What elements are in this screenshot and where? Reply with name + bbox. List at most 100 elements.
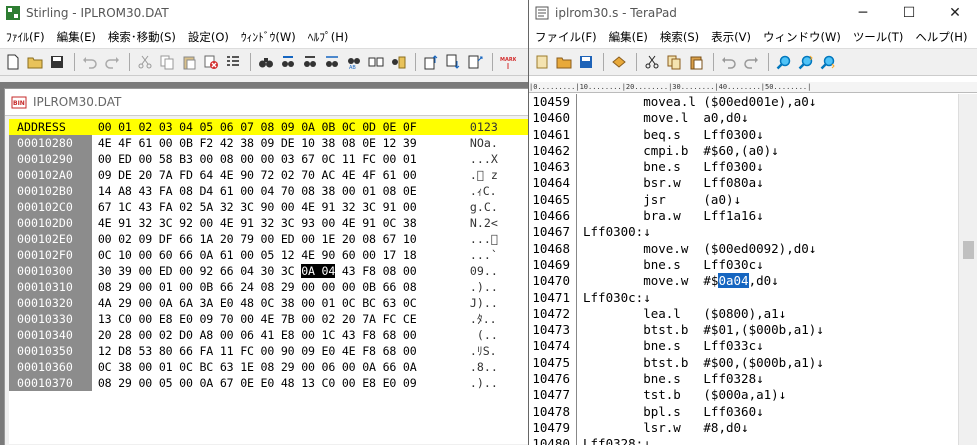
menu-settings[interactable]: 設定(O) bbox=[182, 29, 235, 45]
row-bytes[interactable]: 00 ED 00 58 B3 00 08 00 00 03 67 0C 11 F… bbox=[92, 151, 470, 167]
jump-top-button[interactable] bbox=[421, 52, 441, 72]
document-titlebar[interactable]: BIN IPLROM30.DAT bbox=[5, 89, 528, 116]
hex-row[interactable]: 00010340 20 28 00 02 D0 A8 00 06 41 E8 00… bbox=[9, 327, 528, 343]
redo-button[interactable] bbox=[741, 52, 761, 72]
row-bytes[interactable]: 0C 10 00 60 66 0A 61 00 05 12 4E 90 60 0… bbox=[92, 247, 470, 263]
hex-row[interactable]: 00010300 30 39 00 ED 00 92 66 04 30 3C 0A… bbox=[9, 263, 528, 279]
hex-row[interactable]: 00010290 00 ED 00 58 B3 00 08 00 00 03 67… bbox=[9, 151, 528, 167]
line-code[interactable]: btst.b #$00,($000b,a1)↓ bbox=[577, 355, 824, 371]
editor-line[interactable]: 10479 lsr.w #8,d0↓ bbox=[529, 419, 959, 437]
menu-window[interactable]: ウィンドウ(W) bbox=[757, 29, 847, 45]
jump-bottom-button[interactable] bbox=[443, 52, 463, 72]
line-code[interactable]: bne.s Lff0328↓ bbox=[577, 371, 763, 387]
find-prev-button[interactable] bbox=[300, 52, 320, 72]
undo-button[interactable] bbox=[719, 52, 739, 72]
selected-bytes[interactable]: 0A 04 bbox=[301, 264, 335, 278]
row-bytes[interactable]: 4E 4F 61 00 0B F2 42 38 09 DE 10 38 08 0… bbox=[92, 135, 470, 151]
copy-button[interactable] bbox=[157, 52, 177, 72]
hex-row[interactable]: 00010310 08 29 00 01 00 0B 66 24 08 29 00… bbox=[9, 279, 528, 295]
menu-edit[interactable]: 編集(E) bbox=[603, 29, 654, 45]
menu-search-move[interactable]: 検索･移動(S) bbox=[102, 29, 182, 45]
jump-address-button[interactable] bbox=[465, 52, 485, 72]
minimize-button[interactable]: ─ bbox=[840, 0, 886, 26]
editor-line[interactable]: 10474 bne.s Lff033c↓ bbox=[529, 338, 959, 355]
hex-view[interactable]: ADDRESS 00 01 02 03 04 05 06 07 08 09 0A… bbox=[9, 119, 528, 444]
save-button[interactable] bbox=[47, 52, 67, 72]
copy-button[interactable] bbox=[664, 52, 684, 72]
editor-line[interactable]: 10472 lea.l ($0800),a1↓ bbox=[529, 305, 959, 323]
editor-line[interactable]: 10468 move.w ($00ed0092),d0↓ bbox=[529, 240, 959, 257]
menu-search[interactable]: 検索(S) bbox=[654, 29, 705, 45]
cut-button[interactable] bbox=[642, 52, 662, 72]
hex-row[interactable]: 00010350 12 D8 53 80 66 FA 11 FC 00 90 09… bbox=[9, 343, 528, 359]
maximize-button[interactable]: ☐ bbox=[886, 0, 932, 26]
row-bytes[interactable]: 09 DE 20 7A FD 64 4E 90 72 02 70 AC 4E 4… bbox=[92, 167, 470, 183]
menu-tools[interactable]: ツール(T) bbox=[847, 29, 910, 45]
line-code[interactable]: lea.l ($0800),a1↓ bbox=[577, 306, 786, 322]
row-bytes[interactable]: 14 A8 43 FA 08 D4 61 00 04 70 08 38 00 0… bbox=[92, 183, 470, 199]
find-prev-button[interactable] bbox=[796, 52, 816, 72]
cut-button[interactable] bbox=[135, 52, 155, 72]
compare-button[interactable] bbox=[366, 52, 386, 72]
line-code[interactable]: move.w #$0a04,d0↓ bbox=[577, 273, 779, 289]
line-code[interactable]: bne.s Lff0300↓ bbox=[577, 159, 763, 175]
line-code[interactable]: tst.b ($000a,a1)↓ bbox=[577, 387, 786, 403]
line-code[interactable]: bne.s Lff030c↓ bbox=[577, 257, 763, 273]
editor-line[interactable]: 10459 movea.l ($00ed001e),a0↓ bbox=[529, 94, 959, 111]
hex-row[interactable]: 000102B0 14 A8 43 FA 08 D4 61 00 04 70 08… bbox=[9, 183, 528, 199]
row-bytes[interactable]: 67 1C 43 FA 02 5A 32 3C 90 00 4E 91 32 3… bbox=[92, 199, 470, 215]
stirling-titlebar[interactable]: Stirling - IPLROM30.DAT bbox=[0, 0, 528, 26]
line-code[interactable]: move.w ($00ed0092),d0↓ bbox=[577, 241, 816, 257]
paste-button[interactable] bbox=[179, 52, 199, 72]
editor-area[interactable]: |0.........|10........|20........|30....… bbox=[529, 82, 977, 445]
line-code[interactable]: btst.b #$01,($000b,a1)↓ bbox=[577, 322, 824, 338]
hex-row[interactable]: 000102D0 4E 91 32 3C 92 00 4E 91 32 3C 93… bbox=[9, 215, 528, 231]
menu-help[interactable]: ヘルプ(H) bbox=[909, 29, 973, 45]
line-code[interactable]: bsr.w Lff080a↓ bbox=[577, 175, 763, 191]
scrollbar-thumb[interactable] bbox=[963, 241, 974, 259]
hex-row[interactable]: 00010360 0C 38 00 01 0C BC 63 1E 08 29 00… bbox=[9, 359, 528, 375]
hex-row[interactable]: 000102C0 67 1C 43 FA 02 5A 32 3C 90 00 4E… bbox=[9, 199, 528, 215]
line-code[interactable]: bne.s Lff033c↓ bbox=[577, 338, 763, 354]
line-code[interactable]: movea.l ($00ed001e),a0↓ bbox=[577, 94, 816, 110]
row-bytes[interactable]: 08 29 00 01 00 0B 66 24 08 29 00 00 00 0… bbox=[92, 279, 470, 295]
line-code[interactable]: bpl.s Lff0360↓ bbox=[577, 404, 763, 420]
open-file-button[interactable] bbox=[554, 52, 574, 72]
hex-row[interactable]: 00010320 4A 29 00 0A 6A 3A E0 48 0C 38 00… bbox=[9, 295, 528, 311]
menu-file[interactable]: ﾌｧｲﾙ(F) bbox=[0, 29, 51, 45]
editor-line[interactable]: 10470 move.w #$0a04,d0↓ bbox=[529, 273, 959, 290]
line-code[interactable]: jsr (a0)↓ bbox=[577, 192, 741, 208]
find-next-button[interactable] bbox=[818, 52, 838, 72]
replace-button[interactable]: AB bbox=[344, 52, 364, 72]
paste-button[interactable] bbox=[686, 52, 706, 72]
bookmark-find-button[interactable] bbox=[388, 52, 408, 72]
row-bytes[interactable]: 0C 38 00 01 0C BC 63 1E 08 29 00 06 00 0… bbox=[92, 359, 470, 375]
hex-row[interactable]: 000102E0 00 02 09 DF 66 1A 20 79 00 ED 00… bbox=[9, 231, 528, 247]
line-code[interactable]: beq.s Lff0300↓ bbox=[577, 127, 763, 143]
line-code[interactable]: Lff030c:↓ bbox=[577, 290, 651, 306]
new-file-button[interactable] bbox=[532, 52, 552, 72]
redo-button[interactable] bbox=[102, 52, 122, 72]
editor-line[interactable]: 10469 bne.s Lff030c↓ bbox=[529, 256, 959, 274]
find-button[interactable] bbox=[774, 52, 794, 72]
selected-text[interactable]: 0a04 bbox=[718, 273, 749, 289]
hex-row[interactable]: 000102A0 09 DE 20 7A FD 64 4E 90 72 02 70… bbox=[9, 167, 528, 183]
find-all-button[interactable] bbox=[322, 52, 342, 72]
new-file-button[interactable] bbox=[3, 52, 23, 72]
line-code[interactable]: Lff0328:↓ bbox=[577, 436, 651, 445]
editor-line[interactable]: 10463 bne.s Lff0300↓ bbox=[529, 159, 959, 176]
editor-line[interactable]: 10461 beq.s Lff0300↓ bbox=[529, 126, 959, 143]
editor-line[interactable]: 10476 bne.s Lff0328↓ bbox=[529, 371, 959, 388]
line-code[interactable]: lsr.w #8,d0↓ bbox=[577, 420, 748, 436]
row-bytes[interactable]: 20 28 00 02 D0 A8 00 06 41 E8 00 1C 43 F… bbox=[92, 327, 470, 343]
list-button[interactable] bbox=[223, 52, 243, 72]
save-button[interactable] bbox=[576, 52, 596, 72]
editor-line[interactable]: 10460 move.l a0,d0↓ bbox=[529, 110, 959, 127]
find-button[interactable] bbox=[256, 52, 276, 72]
editor-line[interactable]: 10478 bpl.s Lff0360↓ bbox=[529, 403, 959, 420]
print-button[interactable] bbox=[609, 52, 629, 72]
vertical-scrollbar[interactable] bbox=[958, 94, 977, 445]
editor-line[interactable]: 10466 bra.w Lff1a16↓ bbox=[529, 208, 959, 225]
row-bytes[interactable]: 4E 91 32 3C 92 00 4E 91 32 3C 93 00 4E 9… bbox=[92, 215, 470, 231]
close-button[interactable]: ✕ bbox=[932, 0, 977, 26]
